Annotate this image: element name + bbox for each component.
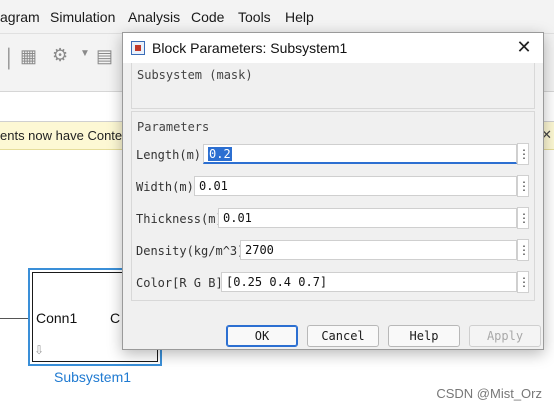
thickness-field[interactable]: 0.01: [218, 208, 517, 228]
menu-tools[interactable]: Tools: [238, 9, 271, 25]
port-label-conn2: C: [110, 310, 121, 326]
thickness-more-icon[interactable]: ⋮: [517, 207, 530, 229]
length-label: Length(m): [136, 148, 202, 162]
thickness-label: Thickness(m): [136, 212, 223, 226]
close-button[interactable]: ✕: [513, 36, 535, 58]
width-field[interactable]: 0.01: [194, 176, 517, 196]
dialog-title: Block Parameters: Subsystem1: [152, 40, 348, 56]
width-value: 0.01: [199, 179, 228, 193]
dialog-titlebar[interactable]: Block Parameters: Subsystem1 ✕: [123, 33, 543, 63]
chevron-down-icon[interactable]: ▼: [80, 48, 90, 59]
signal-line[interactable]: [0, 318, 30, 319]
color-field[interactable]: [0.25 0.4 0.7]: [221, 272, 517, 292]
cancel-button[interactable]: Cancel: [307, 325, 379, 347]
simulink-block-icon: [131, 41, 145, 55]
apply-button[interactable]: Apply: [469, 325, 541, 347]
menu-code[interactable]: Code: [191, 9, 224, 25]
parameters-section-label: Parameters: [137, 120, 210, 134]
density-field[interactable]: 2700: [240, 240, 517, 260]
width-label: Width(m): [136, 180, 194, 194]
block-name[interactable]: Subsystem1: [54, 369, 131, 385]
grid-icon[interactable]: ▦: [20, 46, 37, 67]
width-more-icon[interactable]: ⋮: [517, 175, 530, 197]
length-more-icon[interactable]: ⋮: [517, 143, 530, 165]
ok-button[interactable]: OK: [226, 325, 298, 347]
menu-diagram[interactable]: agram: [0, 9, 40, 25]
menu-bar: agram Simulation Analysis Code Tools Hel…: [0, 0, 554, 34]
watermark: CSDN @Mist_Orz: [436, 386, 542, 401]
menu-analysis[interactable]: Analysis: [128, 9, 180, 25]
density-more-icon[interactable]: ⋮: [517, 239, 530, 261]
menu-simulation[interactable]: Simulation: [50, 9, 115, 25]
mask-section-label: Subsystem (mask): [137, 68, 253, 82]
density-label: Density(kg/m^3): [136, 244, 245, 258]
color-more-icon[interactable]: ⋮: [517, 271, 530, 293]
density-value: 2700: [245, 243, 274, 257]
menu-help[interactable]: Help: [285, 9, 314, 25]
block-parameters-dialog: Block Parameters: Subsystem1 ✕ Subsystem…: [122, 32, 544, 350]
port-label-conn1: Conn1: [36, 310, 78, 326]
length-field[interactable]: 0.2: [203, 144, 517, 164]
gear-icon[interactable]: ⚙: [52, 45, 68, 66]
length-value: 0.2: [208, 147, 232, 161]
table-icon[interactable]: ▤: [96, 46, 113, 67]
arrow-down-icon: ⇩: [34, 343, 45, 357]
mask-section: Subsystem (mask): [131, 63, 535, 109]
color-label: Color[R G B]: [136, 276, 223, 290]
notification-text: ents now have Content l: [0, 128, 140, 143]
thickness-value: 0.01: [223, 211, 252, 225]
color-value: [0.25 0.4 0.7]: [226, 275, 328, 289]
toolbar-separator-icon: │: [4, 48, 16, 68]
help-button[interactable]: Help: [388, 325, 460, 347]
